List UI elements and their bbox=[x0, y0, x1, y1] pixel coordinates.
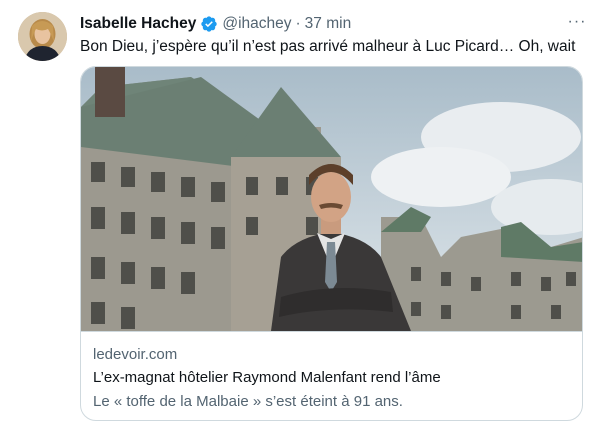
tweet-header: Isabelle Hachey @ihachey · 37 min bbox=[80, 14, 351, 34]
hotel-photo-image bbox=[81, 67, 582, 331]
card-title[interactable]: L’ex-magnat hôtelier Raymond Malenfant r… bbox=[93, 369, 441, 386]
avatar-image bbox=[18, 12, 67, 61]
separator-dot: · bbox=[295, 15, 301, 32]
tweet[interactable]: Isabelle Hachey @ihachey · 37 min ··· Bo… bbox=[0, 0, 600, 431]
author-handle[interactable]: @ihachey bbox=[222, 15, 291, 33]
verified-badge-icon bbox=[201, 16, 218, 32]
tweet-text: Bon Dieu, j’espère qu’il n’est pas arriv… bbox=[80, 38, 576, 55]
more-dots-icon[interactable]: ··· bbox=[566, 12, 588, 32]
author-name[interactable]: Isabelle Hachey bbox=[80, 15, 196, 33]
card-domain: ledevoir.com bbox=[93, 346, 178, 363]
avatar[interactable] bbox=[18, 12, 67, 61]
card-description: Le « toffe de la Malbaie » s’est éteint … bbox=[93, 393, 403, 410]
card-meta: ledevoir.com L’ex-magnat hôtelier Raymon… bbox=[81, 331, 582, 420]
timestamp[interactable]: 37 min bbox=[305, 15, 352, 33]
card-image bbox=[81, 67, 582, 331]
link-card[interactable]: ledevoir.com L’ex-magnat hôtelier Raymon… bbox=[80, 66, 583, 421]
